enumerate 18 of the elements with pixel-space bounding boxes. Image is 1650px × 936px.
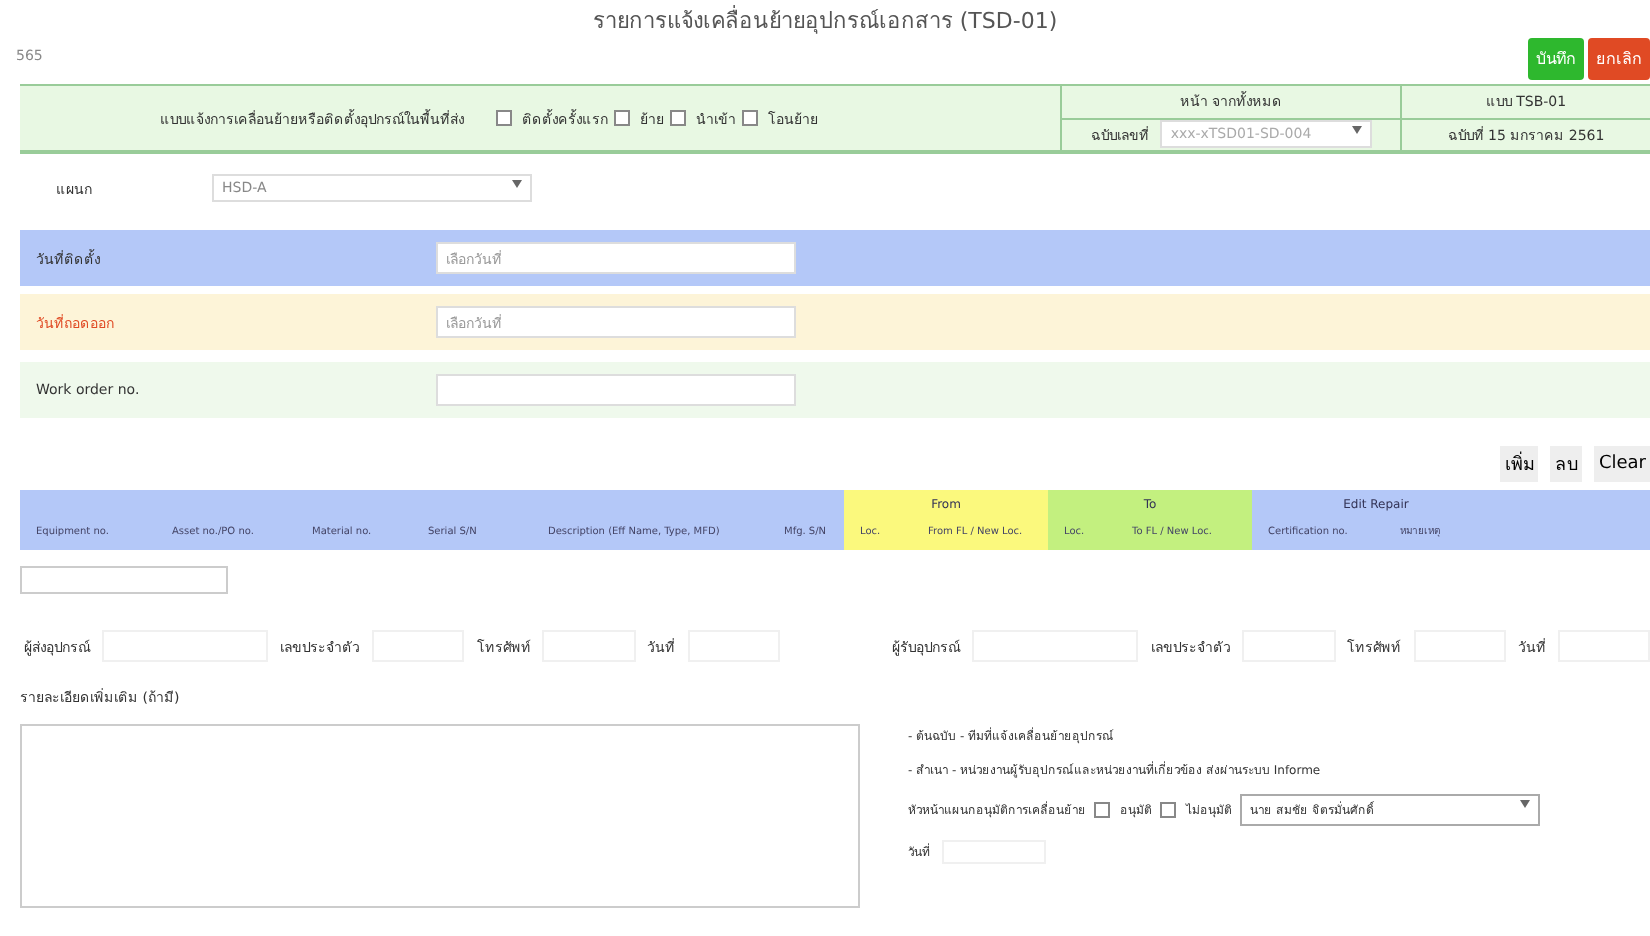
- checkbox[interactable]: [1094, 802, 1110, 818]
- checkbox[interactable]: [742, 110, 758, 126]
- table-button[interactable]: ลบ: [1550, 446, 1583, 482]
- checkbox[interactable]: [496, 110, 512, 126]
- caret-icon: [1520, 800, 1530, 808]
- save-button[interactable]: บันทึก: [1528, 38, 1584, 80]
- table-button[interactable]: Clear: [1594, 446, 1650, 482]
- caret-icon: [1351, 126, 1362, 135]
- notes-field[interactable]: [20, 724, 860, 908]
- table-button[interactable]: เพิ่ม: [1500, 446, 1539, 482]
- caret-icon: [512, 180, 522, 188]
- input-field[interactable]: [20, 566, 228, 594]
- input-field[interactable]: [436, 374, 796, 406]
- checkbox[interactable]: [614, 110, 630, 126]
- page-title: รายการแจ้งเคลื่อนย้ายอุปกรณ์เอกสาร (TSD-01): [590, 3, 1060, 38]
- checkbox[interactable]: [1160, 802, 1176, 818]
- cancel-button[interactable]: ยกเลิก: [1588, 38, 1650, 80]
- checkbox[interactable]: [670, 110, 686, 126]
